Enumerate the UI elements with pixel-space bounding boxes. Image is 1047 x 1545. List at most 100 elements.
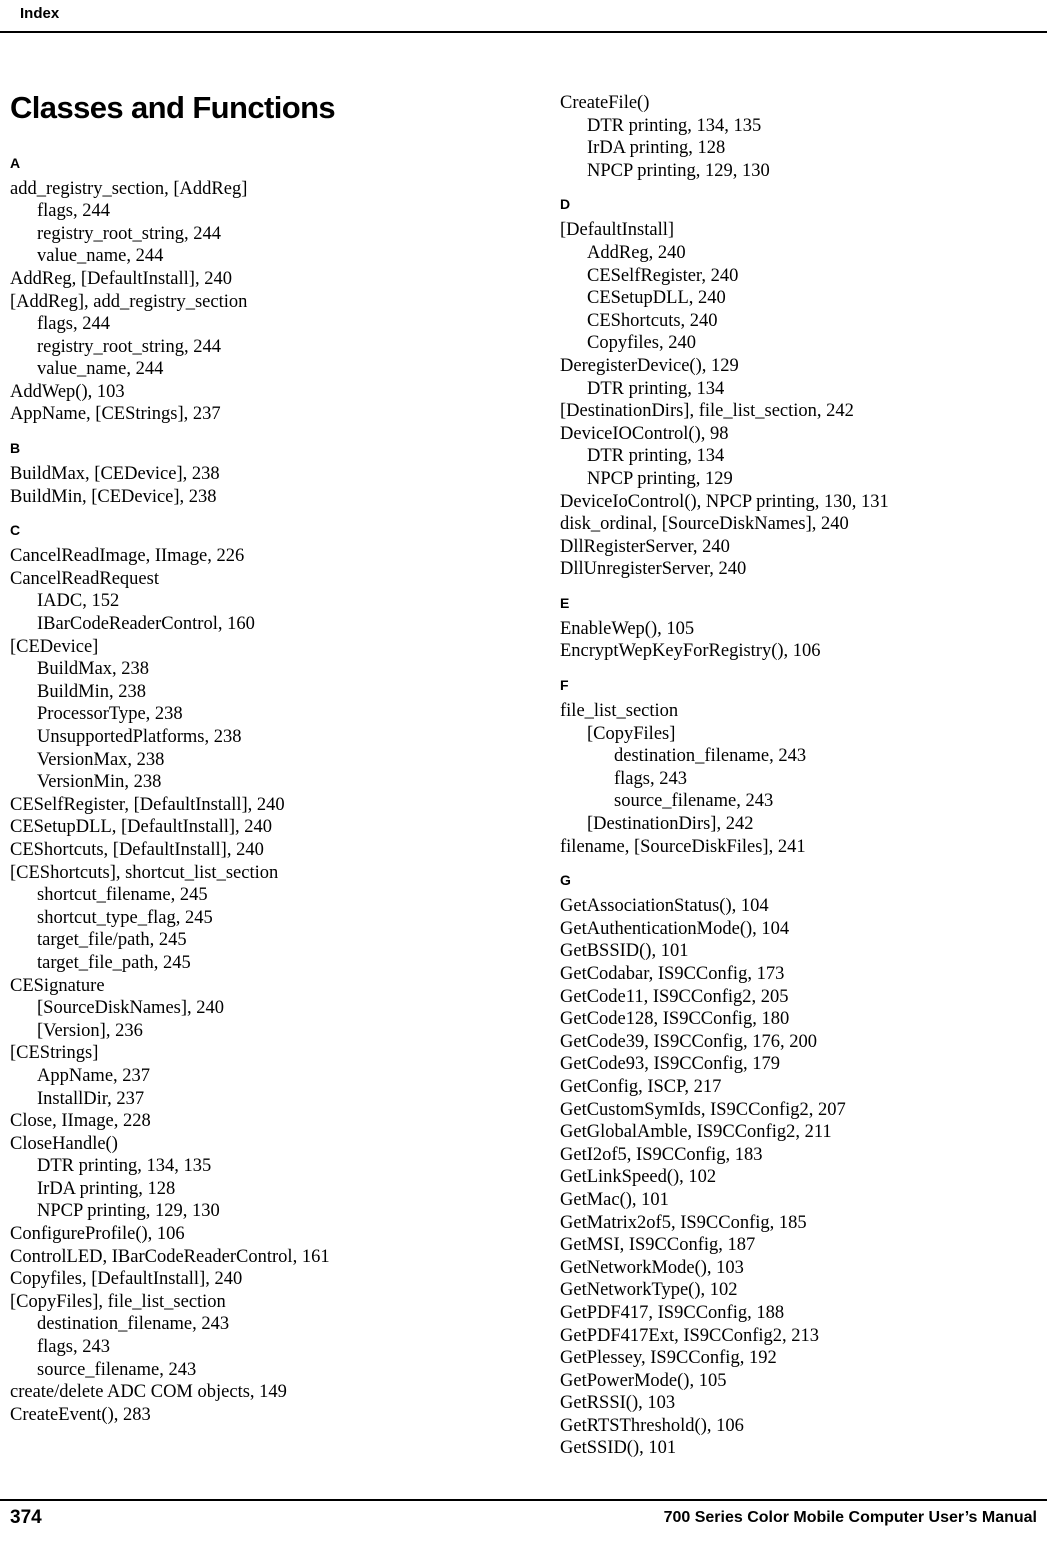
index-entry: [DestinationDirs], file_list_section, 24… [560, 401, 854, 422]
index-entry: IBarCodeReaderControl, 160 [37, 614, 255, 635]
index-entry: [CEStrings] [10, 1043, 99, 1064]
index-entry: flags, 243 [614, 768, 687, 789]
footer-divider [0, 1499, 1047, 1501]
index-groups-right: CreateFile() DTR printing, 134, 135 IrDA p… [560, 92, 1040, 1460]
index-entry: GetCustomSymIds, IS9CConfig2, 207 [560, 1099, 846, 1120]
header-divider [0, 31, 1047, 33]
index-entry: [DefaultInstall] [560, 220, 675, 241]
index-entry: ControlLED, IBarCodeReaderControl, 161 [10, 1246, 330, 1267]
index-entry: value_name, 244 [37, 246, 164, 267]
index-entry: create/delete ADC COM objects, 149 [10, 1382, 287, 1403]
index-entry: GetAuthenticationMode(), 104 [560, 918, 790, 939]
index-entry: source_filename, 243 [614, 791, 774, 812]
index-entry: Close, IImage, 228 [10, 1111, 151, 1132]
index-entry: GetPDF417, IS9CConfig, 188 [560, 1302, 785, 1323]
index-entry: CreateEvent(), 283 [10, 1404, 151, 1425]
index-entry: [CopyFiles], file_list_section [10, 1291, 226, 1312]
index-entry: GetCode39, IS9CConfig, 176, 200 [560, 1031, 817, 1052]
index-entry: CESignature [10, 975, 105, 996]
index-entry: [SourceDiskNames], 240 [37, 998, 225, 1019]
index-entry: DTR printing, 134, 135 [37, 1156, 212, 1177]
index-entry: source_filename, 243 [37, 1359, 197, 1380]
index-entry: IADC, 152 [37, 591, 120, 612]
index-entry: Copyfiles, [DefaultInstall], 240 [10, 1269, 243, 1290]
index-letter-heading: G [560, 872, 571, 889]
index-letter-heading: E [560, 594, 570, 611]
index-letter-heading: D [560, 196, 571, 213]
index-entry: flags, 243 [37, 1337, 110, 1358]
index-letter-heading: A [10, 154, 21, 171]
index-entry: CESelfRegister, [DefaultInstall], 240 [10, 794, 285, 815]
index-entry: CreateFile() [560, 93, 650, 113]
page-number: 374 [10, 1507, 42, 1528]
index-entry: GetNetworkMode(), 103 [560, 1257, 744, 1278]
index-entry: DTR printing, 134 [587, 446, 725, 467]
index-entry: disk_ordinal, [SourceDiskNames], 240 [560, 514, 849, 535]
page-header: Index [0, 0, 1047, 34]
index-entry: GetCode93, IS9CConfig, 179 [560, 1054, 780, 1075]
index-entry: GetPlessey, IS9CConfig, 192 [560, 1348, 777, 1369]
index-entry: GetGlobalAmble, IS9CConfig2, 211 [560, 1122, 832, 1143]
index-entry: ProcessorType, 238 [37, 704, 183, 725]
index-entry: [DestinationDirs], 242 [587, 814, 754, 835]
index-entry: flags, 244 [37, 314, 110, 335]
index-entry: value_name, 244 [37, 359, 164, 380]
index-entry: [Version], 236 [37, 1020, 143, 1041]
index-entry: registry_root_string, 244 [37, 336, 221, 357]
index-entry: target_file/path, 245 [37, 930, 187, 951]
index-entry: CESetupDLL, [DefaultInstall], 240 [10, 817, 273, 838]
index-entry: filename, [SourceDiskFiles], 241 [560, 836, 806, 857]
index-entry: NPCP printing, 129, 130 [587, 160, 770, 181]
index-entry: DllUnregisterServer, 240 [560, 559, 747, 580]
index-entry: GetCodabar, IS9CConfig, 173 [560, 964, 785, 984]
index-entry: shortcut_type_flag, 245 [37, 907, 213, 928]
index-column-left: Classes and Functions Aadd_registry_sect… [10, 90, 490, 1427]
index-groups-left: Aadd_registry_section, [AddReg] flags, 24… [10, 155, 490, 1427]
index-entry: GetRTSThreshold(), 106 [560, 1415, 744, 1436]
header-title: Index [20, 5, 60, 22]
index-entry: NPCP printing, 129 [587, 468, 733, 489]
index-letter-heading: C [10, 522, 21, 539]
index-entry: registry_root_string, 244 [37, 223, 221, 244]
index-entry: add_registry_section, [AddReg] [10, 178, 248, 199]
index-entry: [CopyFiles] [587, 723, 676, 744]
index-entry: flags, 244 [37, 201, 110, 222]
index-entry: EnableWep(), 105 [560, 618, 695, 639]
index-entry: GetMac(), 101 [560, 1189, 669, 1210]
index-entry: [AddReg], add_registry_section [10, 291, 248, 312]
index-entry: VersionMin, 238 [37, 772, 162, 793]
index-entry: GetPDF417Ext, IS9CConfig2, 213 [560, 1325, 820, 1346]
index-entry: VersionMax, 238 [37, 749, 165, 770]
index-column-right: CreateFile() DTR printing, 134, 135 IrDA p… [560, 92, 1040, 1460]
index-entry: EncryptWepKeyForRegistry(), 106 [560, 641, 821, 662]
index-entry: Copyfiles, 240 [587, 333, 696, 354]
index-entry: CancelReadRequest [10, 568, 159, 589]
index-entry: shortcut_filename, 245 [37, 885, 208, 906]
manual-title: 700 Series Color Mobile Computer User’s … [663, 1509, 1037, 1526]
index-entry: AddReg, [DefaultInstall], 240 [10, 268, 232, 289]
index-entry: CEShortcuts, 240 [587, 310, 718, 331]
index-entry: DTR printing, 134, 135 [587, 115, 762, 136]
index-entry: AddWep(), 103 [10, 381, 125, 402]
index-entry: CESelfRegister, 240 [587, 265, 739, 286]
index-entry: [CEDevice] [10, 636, 99, 657]
index-entry: CancelReadImage, IImage, 226 [10, 546, 245, 567]
index-entry: GetCode11, IS9CConfig2, 205 [560, 986, 789, 1007]
index-entry: AppName, [CEStrings], 237 [10, 404, 221, 425]
index-entry: GetCode128, IS9CConfig, 180 [560, 1009, 790, 1030]
index-entry: CEShortcuts, [DefaultInstall], 240 [10, 839, 264, 860]
page-footer: 374 700 Series Color Mobile Computer Use… [0, 1499, 1047, 1545]
page-title: Classes and Functions [10, 90, 336, 125]
index-page: Index Classes and Functions Aadd_registr… [0, 0, 1047, 1545]
index-entry: GetAssociationStatus(), 104 [560, 896, 769, 917]
index-entry: destination_filename, 243 [37, 1314, 230, 1335]
index-entry: GetNetworkType(), 102 [560, 1280, 738, 1301]
index-entry: NPCP printing, 129, 130 [37, 1201, 220, 1222]
index-entry: AddReg, 240 [587, 242, 686, 263]
index-entry: GetMatrix2of5, IS9CConfig, 185 [560, 1212, 807, 1233]
index-entry: CESetupDLL, 240 [587, 288, 726, 309]
index-entry: BuildMax, [CEDevice], 238 [10, 464, 220, 485]
index-entry: BuildMin, 238 [37, 681, 146, 702]
index-entry: AppName, 237 [37, 1065, 151, 1086]
index-entry: BuildMin, [CEDevice], 238 [10, 486, 217, 507]
